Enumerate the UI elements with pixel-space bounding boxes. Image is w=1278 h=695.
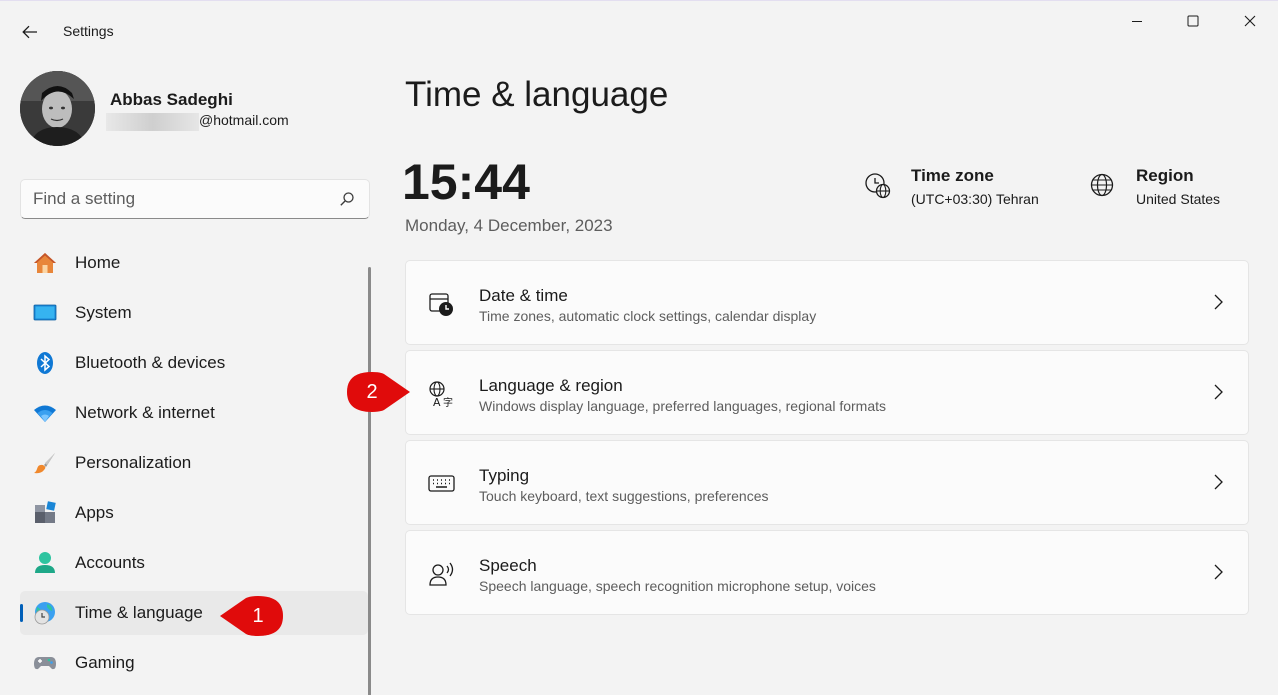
sidebar-item-personalization[interactable]: Personalization — [20, 441, 368, 485]
sidebar-item-label: Bluetooth & devices — [75, 353, 226, 372]
search-box[interactable] — [20, 179, 370, 219]
callout-number: 2 — [366, 380, 378, 403]
card-title: Typing — [479, 466, 530, 485]
user-name: Abbas Sadeghi — [110, 90, 233, 109]
current-date: Monday, 4 December, 2023 — [405, 216, 613, 235]
chevron-right-icon — [1214, 474, 1223, 490]
brush-icon — [34, 453, 55, 474]
time-zone-label: Time zone — [911, 166, 994, 185]
sidebar-item-system[interactable]: System — [20, 291, 368, 335]
maximize-button[interactable] — [1170, 7, 1216, 35]
region-label: Region — [1136, 166, 1194, 185]
minimize-button[interactable] — [1114, 7, 1160, 35]
sidebar-item-label: System — [75, 303, 132, 322]
sidebar-item-bluetooth[interactable]: Bluetooth & devices — [20, 341, 368, 385]
region-info: Region United States — [1136, 166, 1220, 207]
sidebar-nav: Home System Bluetooth & devices Network … — [20, 241, 368, 691]
sidebar-item-home[interactable]: Home — [20, 241, 368, 285]
svg-text:字: 字 — [443, 396, 453, 408]
card-typing[interactable]: Typing Touch keyboard, text suggestions,… — [405, 440, 1249, 525]
keyboard-icon — [428, 475, 455, 492]
card-subtitle: Speech language, speech recognition micr… — [479, 578, 876, 594]
sidebar-item-accounts[interactable]: Accounts — [20, 541, 368, 585]
time-zone-icon — [865, 173, 891, 199]
card-date-time[interactable]: Date & time Time zones, automatic clock … — [405, 260, 1249, 345]
card-title: Language & region — [479, 376, 623, 395]
avatar[interactable] — [20, 71, 95, 146]
calendar-clock-icon — [429, 293, 453, 316]
sidebar-item-label: Apps — [75, 503, 114, 522]
system-icon — [33, 304, 57, 321]
card-subtitle: Touch keyboard, text suggestions, prefer… — [479, 488, 769, 504]
callout-1: 1 — [220, 595, 284, 637]
sidebar-item-network[interactable]: Network & internet — [20, 391, 368, 435]
close-button[interactable] — [1227, 7, 1273, 35]
card-subtitle: Time zones, automatic clock settings, ca… — [479, 308, 817, 324]
search-input[interactable] — [33, 188, 323, 210]
region-value: United States — [1136, 191, 1221, 207]
svg-text:A: A — [433, 396, 441, 408]
sidebar-item-gaming[interactable]: Gaming — [20, 641, 368, 685]
sidebar-item-label: Personalization — [75, 453, 192, 472]
sidebar-item-label: Network & internet — [75, 403, 215, 422]
user-email: @hotmail.com — [199, 112, 289, 128]
card-subtitle: Windows display language, preferred lang… — [479, 398, 887, 414]
chevron-right-icon — [1214, 384, 1223, 400]
card-speech[interactable]: Speech Speech language, speech recogniti… — [405, 530, 1249, 615]
accounts-icon — [35, 552, 55, 573]
sidebar-item-label: Accounts — [75, 553, 145, 572]
home-icon — [34, 253, 56, 273]
title-bar: Settings — [0, 1, 1278, 47]
time-zone-info: Time zone (UTC+03:30) Tehran — [911, 166, 1039, 207]
bluetooth-icon — [37, 352, 53, 374]
time-zone-value: (UTC+03:30) Tehran — [911, 191, 1039, 207]
gaming-icon — [34, 657, 56, 670]
page-title: Time & language — [405, 75, 669, 114]
user-photo — [20, 71, 95, 146]
sidebar-item-label: Gaming — [75, 653, 135, 672]
sidebar-item-time-language[interactable]: Time & language — [20, 591, 368, 635]
globe-icon — [1090, 173, 1114, 197]
active-indicator — [20, 604, 23, 622]
callout-arrow-shape — [347, 372, 410, 412]
app-title: Settings — [63, 23, 114, 39]
card-language-region[interactable]: A 字 Language & region Windows display la… — [405, 350, 1249, 435]
sidebar-item-apps[interactable]: Apps — [20, 491, 368, 535]
sidebar-item-label: Time & language — [75, 603, 203, 622]
search-icon[interactable] — [339, 191, 355, 207]
sidebar-scrollbar[interactable] — [368, 267, 371, 695]
wifi-icon — [34, 405, 56, 422]
minimize-icon — [1132, 21, 1142, 22]
callout-number: 1 — [252, 604, 264, 627]
back-button[interactable] — [14, 17, 46, 47]
callout-2: 2 — [346, 371, 410, 413]
email-redacted — [106, 113, 199, 131]
time-language-icon — [34, 602, 55, 625]
close-icon — [1244, 15, 1256, 27]
apps-icon — [35, 501, 56, 523]
chevron-right-icon — [1214, 564, 1223, 580]
card-title: Date & time — [479, 286, 568, 305]
back-arrow-icon — [22, 25, 37, 39]
language-icon: A 字 — [429, 381, 453, 408]
maximize-icon — [1187, 15, 1199, 27]
chevron-right-icon — [1214, 294, 1223, 310]
sidebar-item-label: Home — [75, 253, 121, 272]
speech-icon — [429, 562, 454, 586]
current-time: 15:44 — [402, 154, 530, 210]
card-title: Speech — [479, 556, 537, 575]
